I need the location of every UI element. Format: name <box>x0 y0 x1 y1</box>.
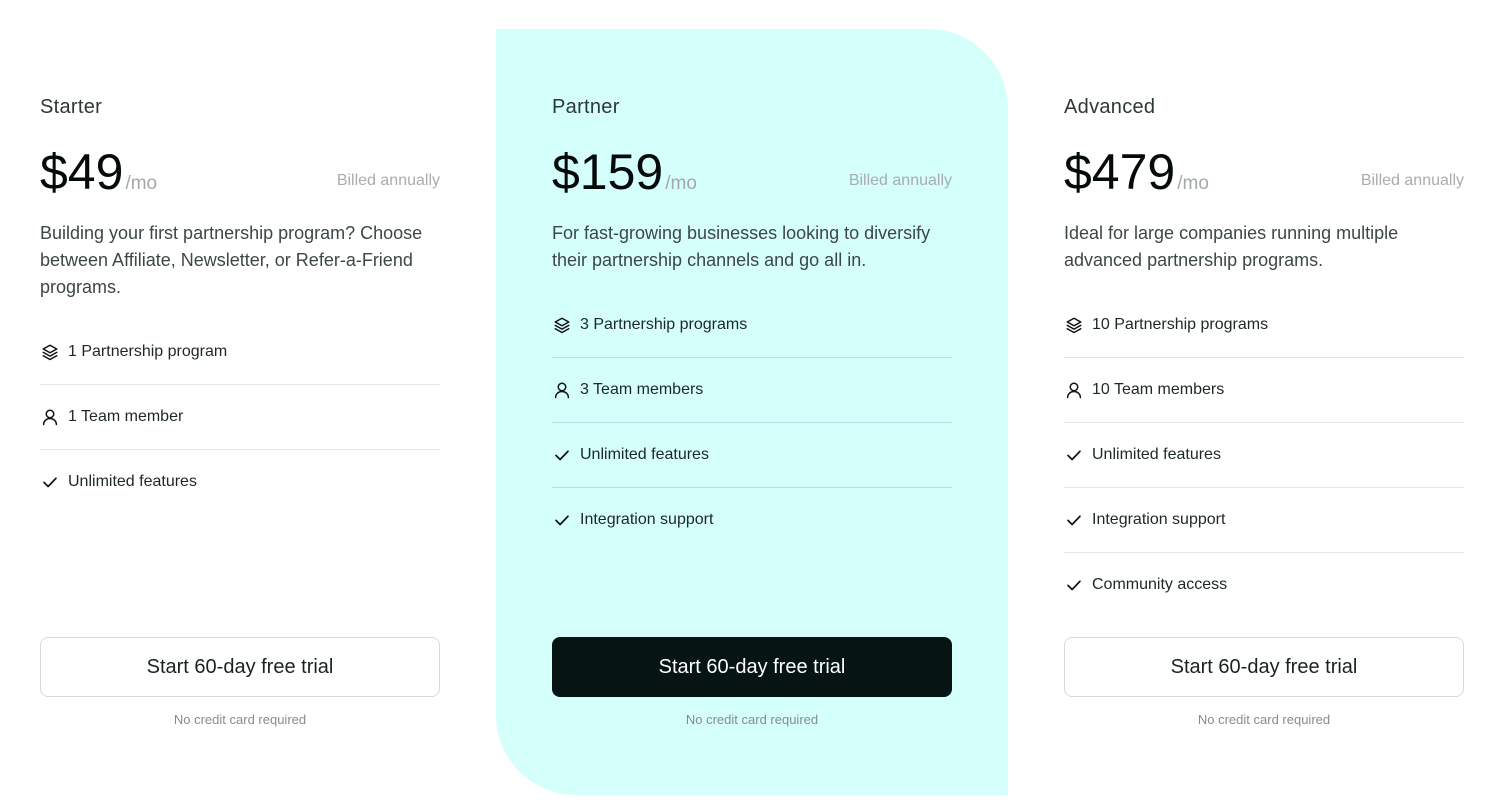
check-icon <box>1064 510 1084 530</box>
feature-item: 1 Partnership program <box>40 320 440 385</box>
feature-item: Unlimited features <box>40 450 440 514</box>
billing-note: Billed annually <box>848 172 952 189</box>
start-trial-button[interactable]: Start 60-day free trial <box>1064 637 1464 697</box>
user-icon <box>1064 380 1084 400</box>
feature-label: Integration support <box>580 511 714 528</box>
price: $49/mo <box>40 142 157 214</box>
feature-item: Integration support <box>552 488 952 552</box>
check-icon <box>552 510 572 530</box>
feature-label: 3 Partnership programs <box>580 316 748 333</box>
start-trial-button[interactable]: Start 60-day free trial <box>40 637 440 697</box>
check-icon <box>1064 575 1084 595</box>
price-row: $479/mo Billed annually <box>1064 142 1464 202</box>
feature-list: 1 Partnership program 1 Team member Unli… <box>40 320 440 514</box>
price: $479/mo <box>1064 142 1209 214</box>
feature-item: Unlimited features <box>552 423 952 488</box>
price-amount: $49 <box>40 144 124 200</box>
price-period: /mo <box>1177 173 1209 194</box>
user-icon <box>552 380 572 400</box>
plan-name: Starter <box>40 96 103 118</box>
feature-list: 3 Partnership programs 3 Team members Un… <box>552 293 952 552</box>
billing-note: Billed annually <box>336 172 440 189</box>
plan-name: Partner <box>552 96 620 118</box>
pricing-section: Starter $49/mo Billed annually Building … <box>0 0 1503 809</box>
feature-label: Unlimited features <box>580 446 709 463</box>
feature-list: 10 Partnership programs 10 Team members … <box>1064 293 1464 617</box>
price-row: $159/mo Billed annually <box>552 142 952 202</box>
price-amount: $159 <box>552 144 664 200</box>
feature-label: 10 Team members <box>1092 381 1225 398</box>
no-credit-card-note: No credit card required <box>173 712 307 727</box>
user-icon <box>40 407 60 427</box>
feature-item: 3 Team members <box>552 358 952 423</box>
layers-icon <box>1064 315 1084 335</box>
feature-label: Unlimited features <box>68 473 197 490</box>
feature-item: 3 Partnership programs <box>552 293 952 358</box>
plan-name: Advanced <box>1064 96 1156 118</box>
feature-label: 10 Partnership programs <box>1092 316 1269 333</box>
plan-description: Building your first partnership program?… <box>40 223 423 297</box>
no-credit-card-note: No credit card required <box>1197 712 1331 727</box>
check-icon <box>1064 445 1084 465</box>
feature-label: Community access <box>1092 576 1228 593</box>
feature-label: 1 Team member <box>68 408 184 425</box>
feature-item: Unlimited features <box>1064 423 1464 488</box>
check-icon <box>40 472 60 492</box>
no-credit-card-note: No credit card required <box>685 712 819 727</box>
feature-item: 1 Team member <box>40 385 440 450</box>
check-icon <box>552 445 572 465</box>
price-period: /mo <box>125 173 158 194</box>
price-period: /mo <box>665 173 697 194</box>
price: $159/mo <box>552 142 697 214</box>
plan-description: For fast-growing businesses looking to d… <box>552 223 931 270</box>
plan-description: Ideal for large companies running multip… <box>1064 223 1399 270</box>
feature-label: 1 Partnership program <box>68 343 228 360</box>
start-trial-button[interactable]: Start 60-day free trial <box>552 637 952 697</box>
feature-item: Integration support <box>1064 488 1464 553</box>
feature-item: 10 Partnership programs <box>1064 293 1464 358</box>
feature-item: 10 Team members <box>1064 358 1464 423</box>
feature-item: Community access <box>1064 553 1464 617</box>
layers-icon <box>552 315 572 335</box>
feature-label: 3 Team members <box>580 381 704 398</box>
price-row: $49/mo Billed annually <box>40 142 440 202</box>
billing-note: Billed annually <box>1360 172 1464 189</box>
feature-label: Unlimited features <box>1092 446 1221 463</box>
layers-icon <box>40 342 60 362</box>
feature-label: Integration support <box>1092 511 1226 528</box>
price-amount: $479 <box>1064 144 1176 200</box>
